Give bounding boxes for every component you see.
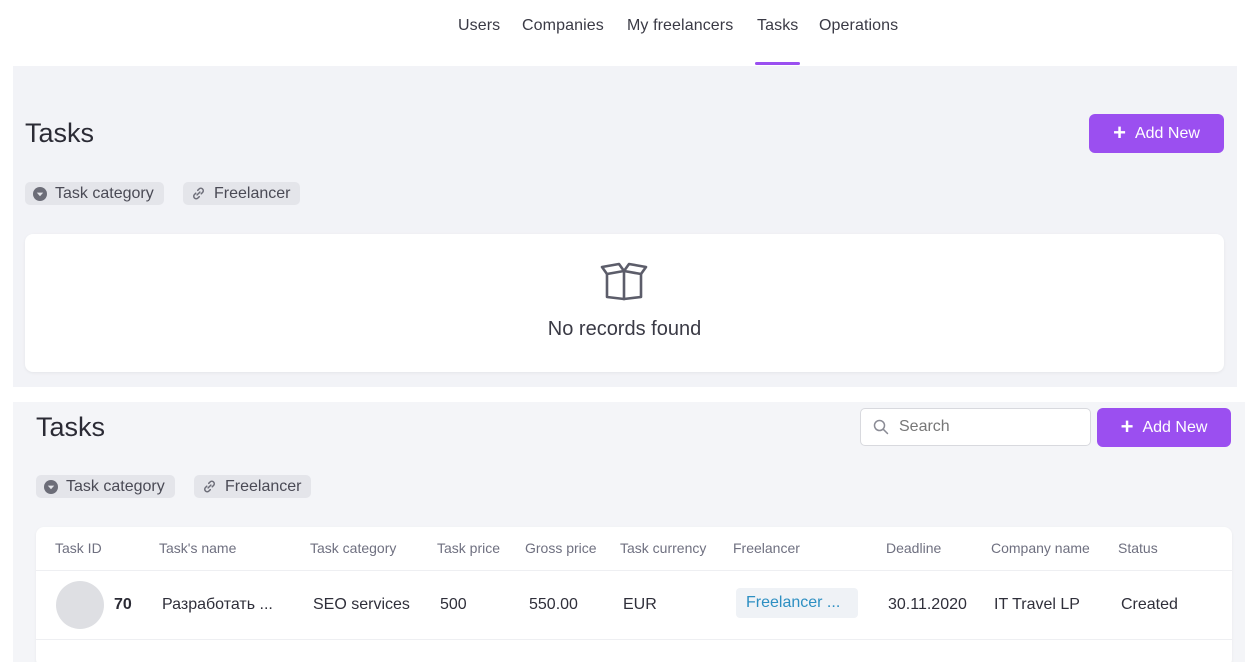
nav-item-operations[interactable]: Operations	[819, 17, 898, 35]
search-icon	[873, 419, 889, 435]
task-price-cell: 500	[440, 596, 467, 613]
link-icon	[193, 187, 204, 200]
plus-icon: +	[1120, 413, 1134, 439]
header-divider	[36, 570, 1232, 571]
column-header-task-name[interactable]: Task's name	[159, 540, 236, 556]
column-header-task-id[interactable]: Task ID	[55, 540, 102, 556]
caret-down-circle-icon	[44, 479, 58, 494]
search-box	[860, 408, 1091, 446]
nav-item-tasks[interactable]: Tasks	[754, 17, 801, 65]
filter-chip-task-category[interactable]: Task category	[25, 182, 164, 205]
add-new-button[interactable]: + Add New	[1097, 408, 1231, 447]
deadline-cell: 30.11.2020	[888, 596, 967, 613]
status-cell: Created	[1121, 596, 1178, 613]
column-header-gross-price[interactable]: Gross price	[525, 540, 597, 556]
nav-item-companies[interactable]: Companies	[522, 17, 604, 35]
chip-label: Task category	[66, 477, 165, 495]
chip-label: Freelancer	[225, 477, 302, 495]
search-input[interactable]	[899, 418, 1069, 436]
company-name-cell: IT Travel LP	[994, 596, 1080, 613]
filter-chip-freelancer[interactable]: Freelancer	[183, 182, 301, 205]
task-id-cell: 70	[114, 596, 132, 613]
open-box-icon	[600, 262, 648, 301]
column-header-freelancer[interactable]: Freelancer	[733, 540, 800, 556]
caret-down-circle-icon	[33, 186, 47, 201]
chip-label: Freelancer	[214, 184, 291, 202]
row-divider	[36, 639, 1232, 640]
tasks-list-panel: Tasks + Add New Task category Freelancer…	[13, 402, 1245, 662]
nav-item-users[interactable]: Users	[458, 17, 500, 35]
empty-state-card: No records found	[25, 234, 1224, 372]
column-header-status[interactable]: Status	[1118, 540, 1158, 556]
task-category-cell: SEO services	[313, 596, 410, 613]
top-navigation: Users Companies My freelancers Tasks Ope…	[0, 0, 1256, 66]
nav-item-my-freelancers[interactable]: My freelancers	[627, 17, 733, 35]
empty-state-text: No records found	[547, 318, 702, 340]
page-title: Tasks	[25, 118, 95, 148]
task-currency-cell: EUR	[623, 596, 657, 613]
page-title: Tasks	[36, 412, 106, 442]
tasks-table: Task ID Task's name Task category Task p…	[36, 527, 1232, 662]
chip-label: Task category	[55, 184, 154, 202]
tasks-empty-panel: Tasks + Add New Task category Freelancer	[13, 66, 1237, 387]
link-icon	[204, 480, 215, 493]
plus-icon: +	[1113, 119, 1126, 145]
column-header-task-price[interactable]: Task price	[437, 540, 500, 556]
filter-chip-freelancer[interactable]: Freelancer	[194, 475, 312, 498]
add-new-label: Add New	[1134, 124, 1200, 142]
column-header-task-category[interactable]: Task category	[310, 540, 396, 556]
filter-chip-task-category[interactable]: Task category	[36, 475, 175, 498]
gross-price-cell: 550.00	[529, 596, 578, 613]
column-header-company-name[interactable]: Company name	[991, 540, 1090, 556]
task-name-cell[interactable]: Разработать ...	[162, 596, 273, 614]
add-new-label: Add New	[1142, 418, 1208, 436]
column-header-deadline[interactable]: Deadline	[886, 540, 941, 556]
freelancer-link[interactable]: Freelancer ...	[736, 588, 858, 618]
avatar	[56, 581, 104, 629]
add-new-button[interactable]: + Add New	[1089, 114, 1224, 153]
column-header-task-currency[interactable]: Task currency	[620, 540, 706, 556]
